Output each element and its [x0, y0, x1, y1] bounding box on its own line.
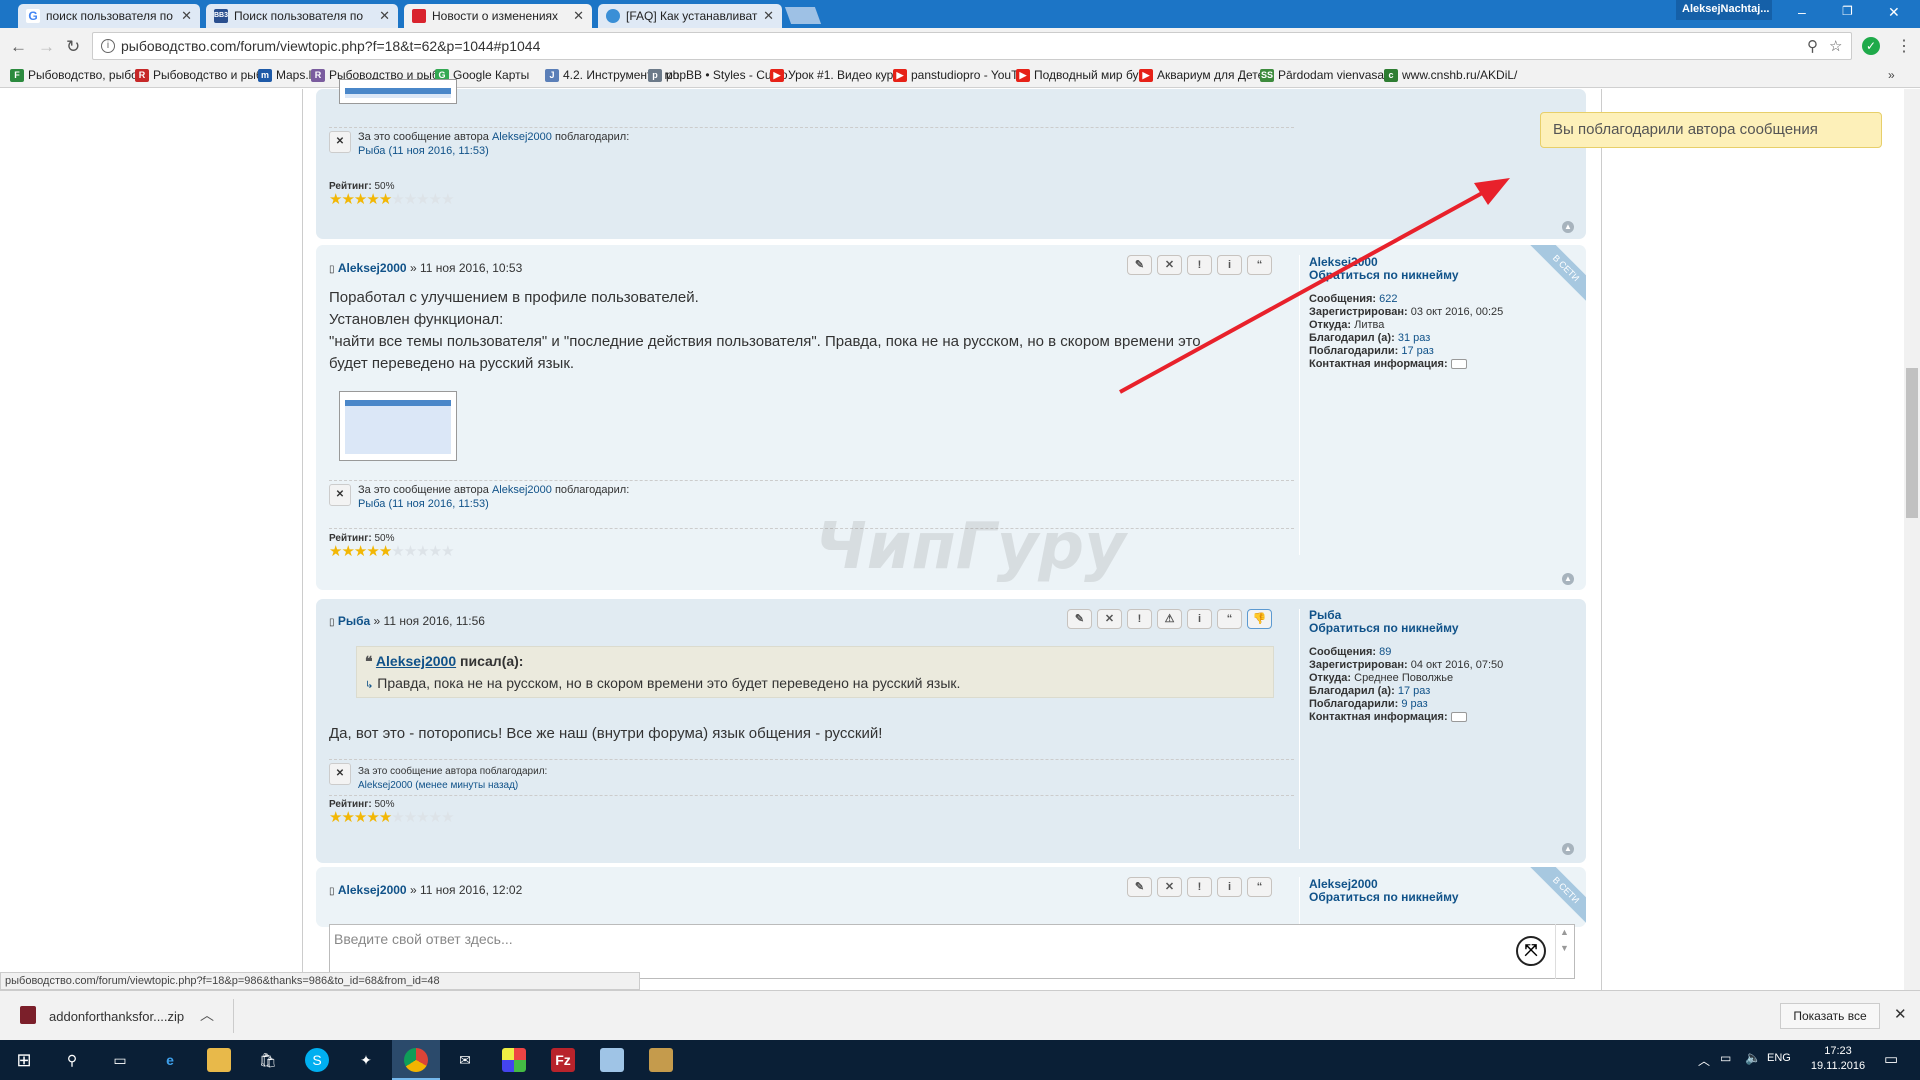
- status-bar-url: рыбоводство.com/forum/viewtopic.php?f=18…: [0, 972, 640, 990]
- store-icon[interactable]: 🛍: [256, 1048, 280, 1072]
- arrow-shaft: [1119, 184, 1496, 394]
- close-icon[interactable]: ✕: [1894, 1005, 1907, 1023]
- terminal-icon[interactable]: [649, 1048, 673, 1072]
- page-scrollbar[interactable]: [1904, 89, 1920, 990]
- clock[interactable]: 17:23 19.11.2016: [1808, 1044, 1868, 1074]
- download-filename[interactable]: addonforthanksfor....zip: [49, 1009, 184, 1024]
- downloads-bar: addonforthanksfor....zip ︿ Показать все …: [0, 990, 1920, 1040]
- language-indicator[interactable]: ENG: [1767, 1052, 1791, 1064]
- file-explorer-icon[interactable]: [207, 1048, 231, 1072]
- network-icon[interactable]: ▭: [1720, 1051, 1731, 1065]
- search-icon[interactable]: ⚲: [60, 1048, 84, 1072]
- divider: [233, 999, 234, 1033]
- clock-date: 19.11.2016: [1810, 1060, 1866, 1072]
- textarea-scrollbar[interactable]: ▲ ▼: [1555, 924, 1573, 979]
- arrow-head: [1474, 178, 1510, 205]
- show-all-downloads-button[interactable]: Показать все: [1780, 1003, 1880, 1029]
- notifications-icon[interactable]: ▭: [1884, 1050, 1898, 1068]
- notepad-icon[interactable]: [600, 1048, 624, 1072]
- chrome-icon[interactable]: [404, 1048, 428, 1072]
- annotation-arrow: [1119, 178, 1510, 394]
- edge-icon[interactable]: e: [158, 1048, 182, 1072]
- paint-icon[interactable]: [502, 1048, 526, 1072]
- task-view-icon[interactable]: ▭: [108, 1048, 132, 1072]
- app-icon[interactable]: ✦: [354, 1048, 378, 1072]
- archive-icon: [20, 1006, 36, 1024]
- quick-reply-textarea[interactable]: Введите свой ответ здесь...: [329, 924, 1575, 979]
- skype-icon[interactable]: S: [305, 1048, 329, 1072]
- taskbar-active-chrome[interactable]: [392, 1040, 440, 1080]
- windows-taskbar: ⊞ ⚲ ▭ e 🛍 S ✦ ✉ Fz ︿ ▭ 🔈 ENG 17:23 19.11…: [0, 1040, 1920, 1080]
- scrollbar-thumb[interactable]: [1906, 368, 1918, 518]
- fullscreen-editor-icon[interactable]: ⤧: [1516, 936, 1546, 966]
- windows-start-icon[interactable]: ⊞: [12, 1048, 36, 1072]
- tray-chevron-icon[interactable]: ︿: [1698, 1052, 1710, 1069]
- mail-icon[interactable]: ✉: [453, 1048, 477, 1072]
- clock-time: 17:23: [1824, 1045, 1852, 1057]
- thanks-notification: Вы поблагодарили автора сообщения: [1540, 112, 1882, 148]
- volume-icon[interactable]: 🔈: [1745, 1050, 1761, 1066]
- chevron-up-icon[interactable]: ︿: [200, 1005, 214, 1025]
- filezilla-icon[interactable]: Fz: [551, 1048, 575, 1072]
